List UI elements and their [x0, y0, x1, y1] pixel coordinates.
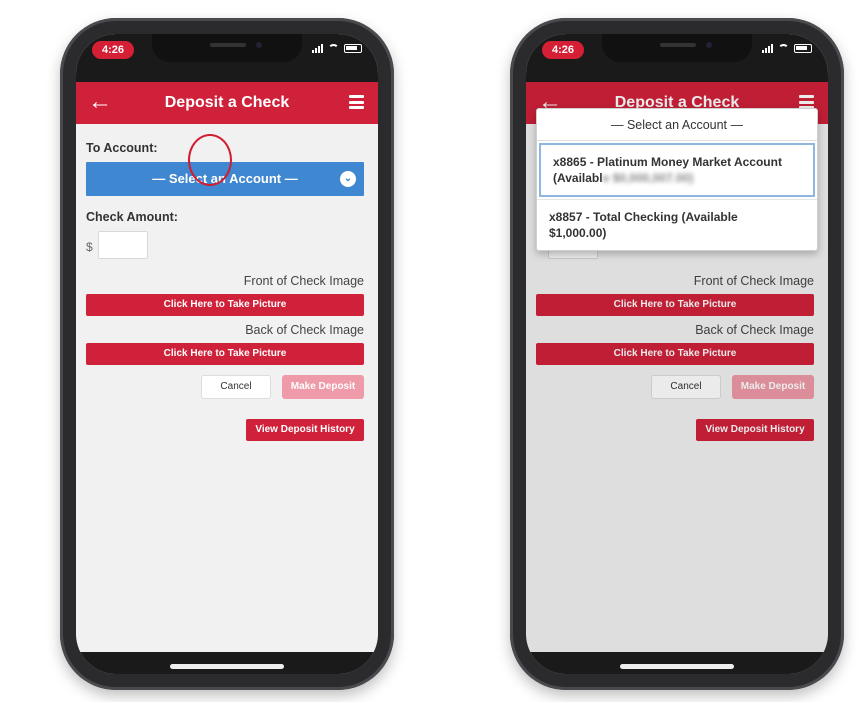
account-option-balance: $1,000.00) [549, 226, 607, 240]
tap-highlight-circle [188, 134, 232, 186]
screen-bottom-bar [526, 652, 828, 674]
notch [152, 34, 302, 62]
account-dropdown: — Select an Account — x8865 - Platinum M… [536, 108, 818, 251]
cancel-button[interactable]: Cancel [201, 375, 271, 399]
account-option-balance: (Available $0,000,007.00) [553, 171, 694, 185]
back-take-picture-button[interactable]: Click Here to Take Picture [86, 343, 364, 365]
wifi-icon [778, 43, 789, 53]
deposit-form: To Account: — Select an Account — ⌄ Chec… [76, 124, 378, 674]
check-amount-label: Check Amount: [86, 210, 178, 224]
tutorial-stage: 4:26 ← Deposit a Check To Account: — Sel… [0, 0, 866, 702]
wifi-icon [328, 43, 339, 53]
home-indicator[interactable] [170, 664, 284, 669]
home-indicator[interactable] [620, 664, 734, 669]
status-time: 4:26 [542, 41, 584, 59]
hamburger-menu-icon[interactable] [349, 95, 364, 109]
dropdown-header: — Select an Account — [537, 109, 817, 141]
make-deposit-button[interactable]: Make Deposit [282, 375, 364, 399]
signal-icon [312, 43, 323, 53]
chevron-down-icon: ⌄ [340, 171, 356, 187]
notch [602, 34, 752, 62]
phone-right: 4:26 ← Deposit a Check Front of Check Im… [510, 18, 844, 690]
page-title: Deposit a Check [164, 94, 290, 111]
currency-symbol: $ [86, 240, 93, 254]
to-account-label: To Account: [86, 141, 158, 155]
account-option[interactable]: x8857 - Total Checking (Available $1,000… [537, 199, 817, 250]
status-icons [312, 43, 362, 53]
phone-left: 4:26 ← Deposit a Check To Account: — Sel… [60, 18, 394, 690]
status-icons [762, 43, 812, 53]
back-image-label: Back of Check Image [245, 323, 364, 337]
status-time: 4:26 [92, 41, 134, 59]
front-image-label: Front of Check Image [243, 274, 364, 288]
screen-bottom-bar [76, 652, 378, 674]
battery-icon [794, 43, 812, 53]
phone-screen-left: 4:26 ← Deposit a Check To Account: — Sel… [76, 34, 378, 674]
front-take-picture-button[interactable]: Click Here to Take Picture [86, 294, 364, 316]
account-option-name: x8865 - Platinum Money Market Account [553, 155, 782, 169]
view-deposit-history-button[interactable]: View Deposit History [246, 419, 364, 441]
battery-icon [344, 43, 362, 53]
account-option[interactable]: x8865 - Platinum Money Market Account (A… [539, 143, 815, 197]
app-header: ← Deposit a Check [76, 82, 378, 124]
account-option-name: x8857 - Total Checking (Available [549, 210, 738, 224]
check-amount-input[interactable] [98, 231, 148, 259]
phone-screen-right: 4:26 ← Deposit a Check Front of Check Im… [526, 34, 828, 674]
signal-icon [762, 43, 773, 53]
back-arrow-icon[interactable]: ← [88, 90, 112, 114]
